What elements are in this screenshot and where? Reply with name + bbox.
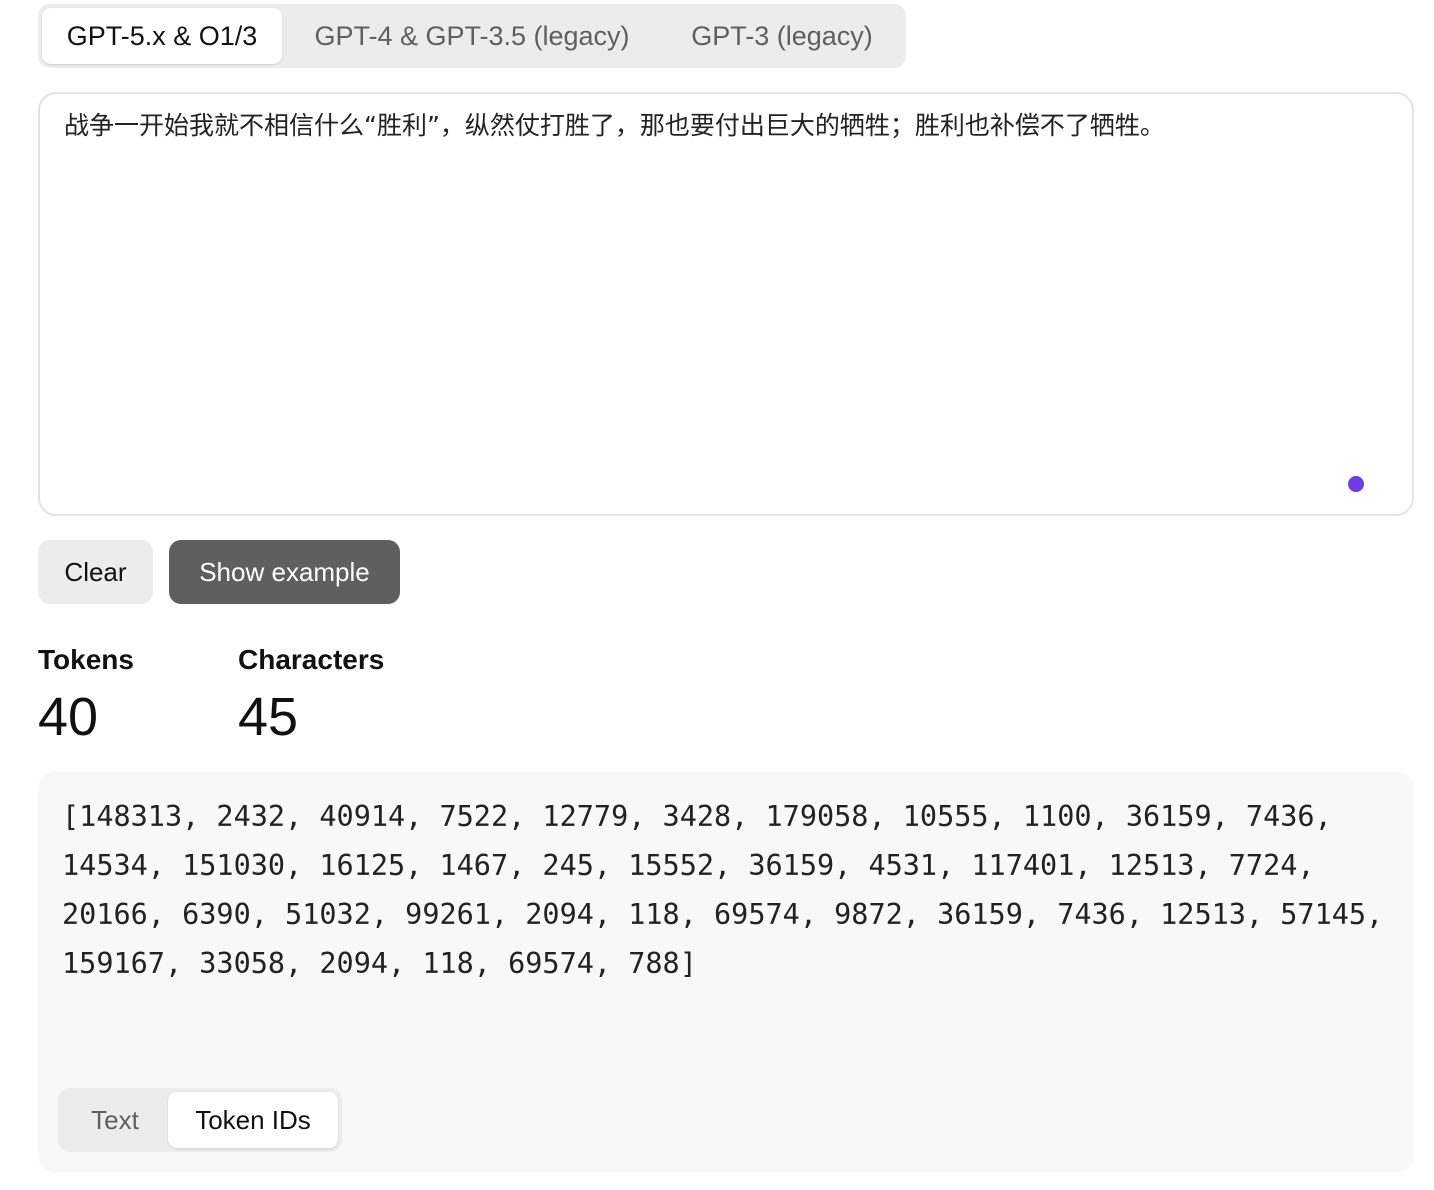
tab-gpt4-gpt35-legacy[interactable]: GPT-4 & GPT-3.5 (legacy) [282,8,662,64]
model-selector: GPT-5.x & O1/3 GPT-4 & GPT-3.5 (legacy) … [38,4,906,68]
tokens-count: 40 [38,687,99,747]
characters-label: Characters [238,644,385,675]
view-tab-text[interactable]: Text [62,1092,168,1148]
characters-count: 45 [238,687,299,747]
characters-stat: Characters 45 [238,642,384,752]
tokens-label: Tokens [38,644,134,675]
token-output-panel: [148313, 2432, 40914, 7522, 12779, 3428,… [38,772,1414,1172]
clear-button[interactable]: Clear [38,540,153,604]
tokens-stat: Tokens 40 [38,642,134,752]
assistant-dot-icon[interactable] [1348,476,1364,492]
input-text-value[interactable]: 战争一开始我就不相信什么“胜利”，纵然仗打胜了，那也要付出巨大的牺牲；胜利也补偿… [64,108,1388,144]
view-mode-toggle: Text Token IDs [58,1088,342,1152]
text-input-area[interactable]: 战争一开始我就不相信什么“胜利”，纵然仗打胜了，那也要付出巨大的牺牲；胜利也补偿… [38,92,1414,516]
view-tab-token-ids[interactable]: Token IDs [168,1092,338,1148]
token-ids-output: [148313, 2432, 40914, 7522, 12779, 3428,… [62,800,1384,980]
tab-gpt5-o1-o3[interactable]: GPT-5.x & O1/3 [42,8,282,64]
show-example-button[interactable]: Show example [169,540,400,604]
tokenizer-page: GPT-5.x & O1/3 GPT-4 & GPT-3.5 (legacy) … [0,0,1434,1190]
tab-gpt3-legacy[interactable]: GPT-3 (legacy) [662,8,902,64]
